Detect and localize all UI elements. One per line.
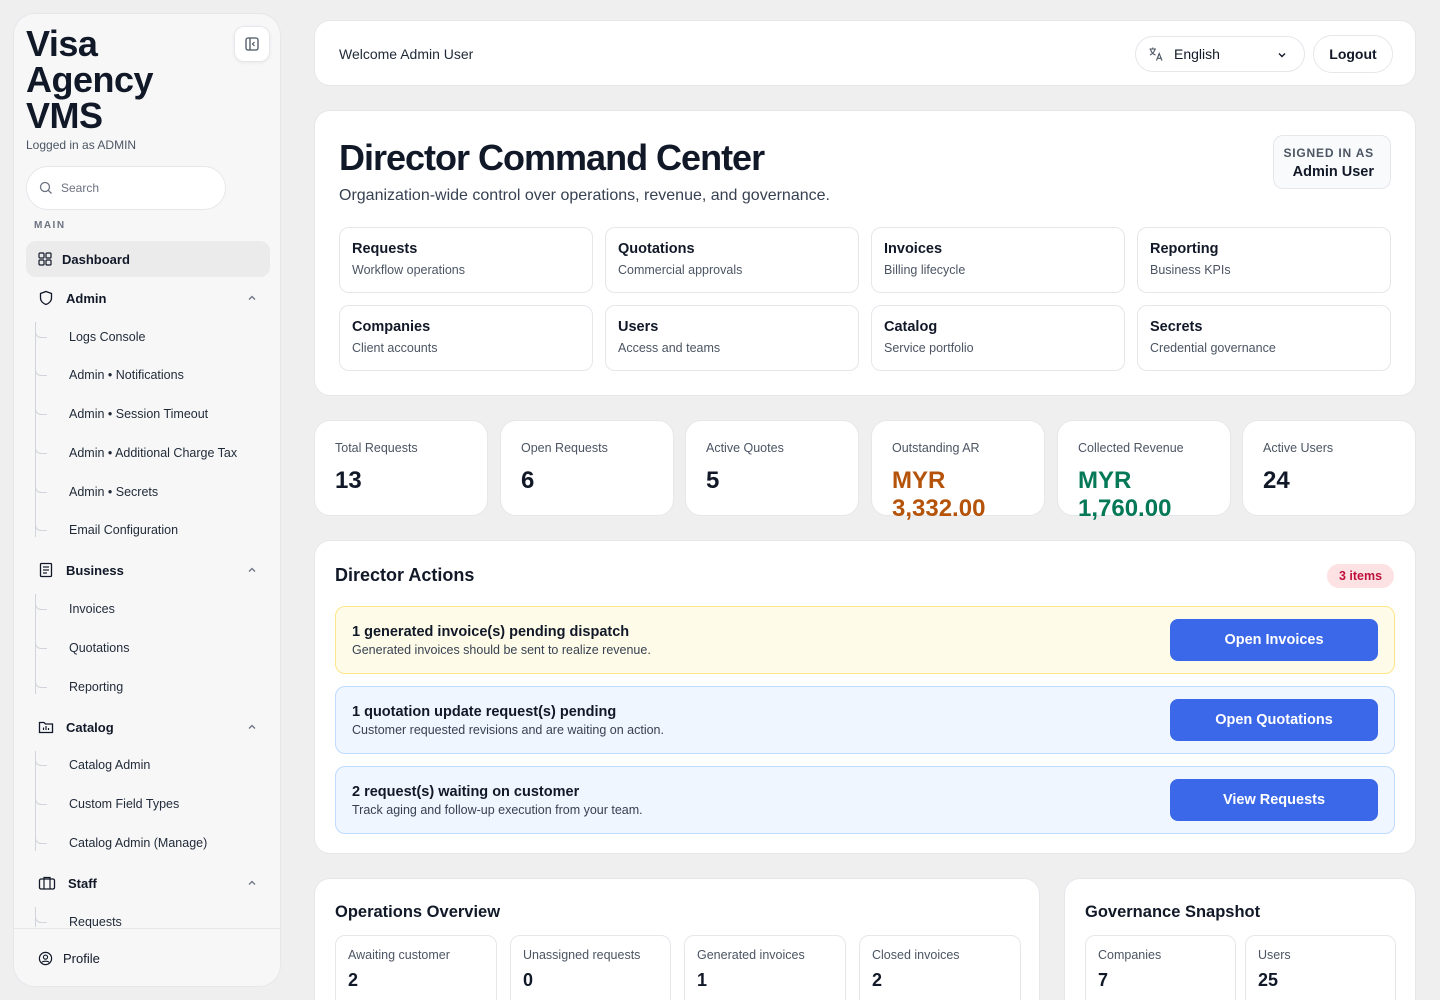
sidebar-item-session-timeout[interactable]: Admin • Session Timeout	[35, 402, 265, 426]
sidebar-group-label: Admin	[66, 290, 107, 306]
tree-line	[35, 322, 36, 537]
sidebar-item-dashboard[interactable]: Dashboard	[26, 241, 270, 277]
sidebar-item-email-configuration[interactable]: Email Configuration	[35, 518, 265, 542]
section-title: Director Actions	[335, 565, 475, 585]
section-title: Governance Snapshot	[1085, 903, 1261, 921]
sidebar-item-invoices[interactable]: Invoices	[35, 597, 265, 621]
sidebar-item-additional-charge-tax[interactable]: Admin • Additional Charge Tax	[35, 441, 265, 465]
language-value: English	[1174, 46, 1220, 62]
chevron-up-icon	[248, 567, 256, 572]
sidebar-group-label: Business	[66, 562, 124, 578]
quick-link-reporting[interactable]: Reporting Business KPIs	[1137, 227, 1391, 293]
stat-collected-revenue: Collected Revenue MYR 1,760.00	[1057, 420, 1231, 522]
shield-icon	[39, 290, 53, 306]
quick-link-companies[interactable]: Companies Client accounts	[339, 305, 593, 371]
sidebar-item-label: Dashboard	[62, 251, 130, 267]
section-title: Operations Overview	[335, 903, 501, 921]
governance-snapshot-panel: Governance Snapshot Companies 7 Users 25	[1064, 878, 1416, 1000]
ops-unassigned-requests: Unassigned requests 0	[510, 935, 671, 1000]
open-invoices-button[interactable]: Open Invoices	[1170, 619, 1378, 661]
action-row-pending-invoices: 1 generated invoice(s) pending dispatch …	[335, 606, 1395, 674]
stat-active-quotes: Active Quotes 5	[685, 420, 859, 516]
chevron-up-icon	[248, 295, 256, 300]
ops-awaiting-customer: Awaiting customer 2	[335, 935, 497, 1000]
language-select[interactable]: English	[1135, 36, 1305, 72]
signed-in-badge: SIGNED IN AS Admin User	[1273, 135, 1391, 189]
stat-active-users: Active Users 24	[1242, 420, 1416, 516]
sidebar-toggle-icon	[245, 37, 259, 51]
page-subtitle: Organization-wide control over operation…	[339, 187, 830, 204]
ops-generated-invoices: Generated invoices 1	[684, 935, 846, 1000]
chevron-down-icon	[1278, 53, 1286, 58]
quick-link-invoices[interactable]: Invoices Billing lifecycle	[871, 227, 1125, 293]
chevron-up-icon	[248, 724, 256, 729]
search-input[interactable]	[61, 181, 211, 195]
ops-closed-invoices: Closed invoices 2	[859, 935, 1021, 1000]
stat-total-requests: Total Requests 13	[314, 420, 488, 516]
command-center-panel: Director Command Center Organization-wid…	[314, 110, 1416, 396]
operations-overview-panel: Operations Overview Awaiting customer 2 U…	[314, 878, 1040, 1000]
chevron-up-icon	[248, 880, 256, 885]
view-requests-button[interactable]: View Requests	[1170, 779, 1378, 821]
open-quotations-button[interactable]: Open Quotations	[1170, 699, 1378, 741]
search-box[interactable]	[26, 166, 226, 210]
logged-in-label: Logged in as ADMIN	[26, 138, 137, 152]
sidebar-group-label: Staff	[68, 875, 97, 891]
translate-icon	[1149, 47, 1163, 61]
section-label-main: MAIN	[34, 220, 66, 231]
stat-outstanding-ar: Outstanding AR MYR 3,332.00	[871, 420, 1045, 522]
sidebar-group-admin[interactable]: Admin	[26, 282, 270, 314]
items-count-badge: 3 items	[1327, 564, 1395, 588]
profile-label: Profile	[63, 951, 100, 966]
signed-in-user: Admin User	[1292, 164, 1374, 180]
sidebar-item-profile[interactable]: Profile	[14, 928, 280, 986]
sidebar-group-staff[interactable]: Staff	[26, 867, 270, 899]
sidebar-group-label: Catalog	[66, 719, 114, 735]
director-actions-panel: Director Actions 3 items 1 generated inv…	[314, 540, 1416, 854]
top-bar: Welcome Admin User English Logout	[314, 20, 1416, 86]
quick-link-catalog[interactable]: Catalog Service portfolio	[871, 305, 1125, 371]
quick-link-users[interactable]: Users Access and teams	[605, 305, 859, 371]
sidebar-item-custom-field-types[interactable]: Custom Field Types	[35, 792, 265, 816]
welcome-text: Welcome Admin User	[339, 46, 474, 62]
page-title: Director Command Center	[339, 137, 765, 178]
signed-in-label: SIGNED IN AS	[1283, 146, 1374, 160]
brand-title: Visa Agency VMS	[26, 23, 154, 136]
quick-link-requests[interactable]: Requests Workflow operations	[339, 227, 593, 293]
action-row-quotation-updates: 1 quotation update request(s) pending Cu…	[335, 686, 1395, 754]
folder-chart-icon	[38, 721, 54, 734]
collapse-sidebar-button[interactable]	[234, 26, 270, 62]
user-circle-icon	[38, 951, 53, 966]
search-icon	[39, 181, 52, 194]
document-icon	[39, 562, 53, 578]
action-row-waiting-customer: 2 request(s) waiting on customer Track a…	[335, 766, 1395, 834]
quick-link-quotations[interactable]: Quotations Commercial approvals	[605, 227, 859, 293]
sidebar: Visa Agency VMS Logged in as ADMIN MAIN …	[13, 13, 281, 987]
quick-link-secrets[interactable]: Secrets Credential governance	[1137, 305, 1391, 371]
sidebar-group-business[interactable]: Business	[26, 554, 270, 586]
sidebar-item-catalog-admin-manage[interactable]: Catalog Admin (Manage)	[35, 831, 265, 855]
briefcase-icon	[38, 876, 56, 890]
sidebar-item-logs-console[interactable]: Logs Console	[35, 325, 265, 349]
gov-companies: Companies 7	[1085, 935, 1236, 1000]
sidebar-item-catalog-admin[interactable]: Catalog Admin	[35, 753, 265, 777]
sidebar-item-quotations[interactable]: Quotations	[35, 636, 265, 660]
sidebar-item-admin-secrets[interactable]: Admin • Secrets	[35, 480, 265, 504]
logout-button[interactable]: Logout	[1313, 35, 1393, 73]
sidebar-item-reporting[interactable]: Reporting	[35, 675, 265, 699]
stat-open-requests: Open Requests 6	[500, 420, 674, 516]
sidebar-group-catalog[interactable]: Catalog	[26, 711, 270, 743]
grid-icon	[38, 252, 52, 266]
gov-users: Users 25	[1245, 935, 1396, 1000]
sidebar-item-admin-notifications[interactable]: Admin • Notifications	[35, 363, 265, 387]
